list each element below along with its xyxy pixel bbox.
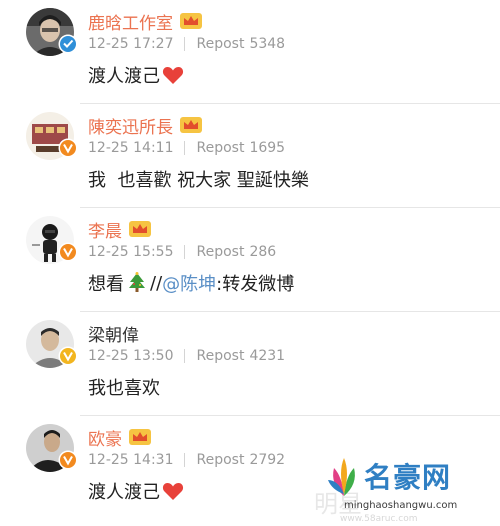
meta-divider [184,245,186,259]
name-row: 李晨 [88,217,152,242]
repost-count: 286 [249,244,277,260]
post-meta: 12-25 14:31 Repost 2792 [88,452,285,468]
heart-icon [162,483,184,500]
vip-crown-icon[interactable] [128,428,152,446]
post-text-before: 想看 [88,274,124,295]
repost-count: 4231 [249,348,286,364]
verified-orange-icon [58,450,78,470]
heart-icon [162,67,184,84]
repost-label: Repost [196,244,245,260]
name-row: 鹿晗工作室 [88,9,203,34]
vip-crown-icon[interactable] [179,116,203,134]
repost-count: 1695 [249,140,286,156]
post-date: 12-25 15:55 [88,244,174,260]
repost-label: Repost [196,348,245,364]
post-text: 渡人渡己 [88,478,184,504]
repost-item[interactable]: 梁朝偉 12-25 13:50 Repost 4231 我也喜欢 [0,312,500,416]
repost-item[interactable]: 鹿晗工作室 12-25 17:27 Repost 5348 渡人渡己 [0,0,500,104]
repost-count: 5348 [249,36,286,52]
post-text-content: 我也喜欢 [88,378,160,399]
repost-item[interactable]: 李晨 12-25 15:55 Repost 286 想看 // @陈坤 :转发微 [0,208,500,312]
post-meta: 12-25 13:50 Repost 4231 [88,348,285,364]
repost-label: Repost [196,36,245,52]
meta-divider [184,453,186,467]
post-text: 我 也喜歡 祝大家 聖誕快樂 [88,166,309,192]
post-text: 我也喜欢 [88,374,160,400]
user-name[interactable]: 鹿晗工作室 [88,9,173,34]
verified-orange-icon [58,242,78,262]
repost-item[interactable]: 陳奕迅所長 12-25 14:11 Repost 1695 我 也喜歡 祝大家 … [0,104,500,208]
verified-gold-icon [58,346,78,366]
meta-divider [184,349,186,363]
name-row: 梁朝偉 [88,321,139,346]
post-text: 想看 // @陈坤 :转发微博 [88,270,294,296]
vip-crown-icon[interactable] [128,220,152,238]
watermark-brand: 名豪网 [364,461,452,494]
post-text-content: 我 也喜歡 祝大家 聖誕快樂 [88,170,309,191]
post-date: 12-25 17:27 [88,36,174,52]
watermark-url: minghaoshangwu.com [344,500,458,511]
christmas-tree-icon [129,272,145,292]
repost-feed: 鹿晗工作室 12-25 17:27 Repost 5348 渡人渡己 陳奕迅所長… [0,0,500,526]
user-name[interactable]: 梁朝偉 [88,321,139,346]
post-text-content: 渡人渡己 [88,66,160,87]
flower-logo-icon [328,458,355,496]
post-text: 渡人渡己 [88,62,184,88]
user-name[interactable]: 陳奕迅所長 [88,113,173,138]
mention-link[interactable]: @陈坤 [162,270,216,296]
post-date: 12-25 14:31 [88,452,174,468]
vip-crown-icon[interactable] [179,12,203,30]
post-text-slashes: // [150,272,163,294]
meta-divider [184,37,186,51]
post-meta: 12-25 15:55 Repost 286 [88,244,276,260]
post-text-after: :转发微博 [216,274,295,295]
site-watermark: 明星 名豪网 minghaoshangwu.com www.58aruc.com [300,448,500,526]
post-text-content: 渡人渡己 [88,482,160,503]
repost-label: Repost [196,452,245,468]
post-date: 12-25 14:11 [88,140,174,156]
watermark-faint-url: www.58aruc.com [340,514,418,524]
name-row: 欧豪 [88,425,152,450]
post-meta: 12-25 17:27 Repost 5348 [88,36,285,52]
post-meta: 12-25 14:11 Repost 1695 [88,140,285,156]
repost-count: 2792 [249,452,286,468]
meta-divider [184,141,186,155]
verified-orange-icon [58,138,78,158]
post-date: 12-25 13:50 [88,348,174,364]
name-row: 陳奕迅所長 [88,113,203,138]
user-name[interactable]: 欧豪 [88,425,122,450]
user-name[interactable]: 李晨 [88,217,122,242]
repost-label: Repost [196,140,245,156]
verified-blue-icon [58,34,78,54]
